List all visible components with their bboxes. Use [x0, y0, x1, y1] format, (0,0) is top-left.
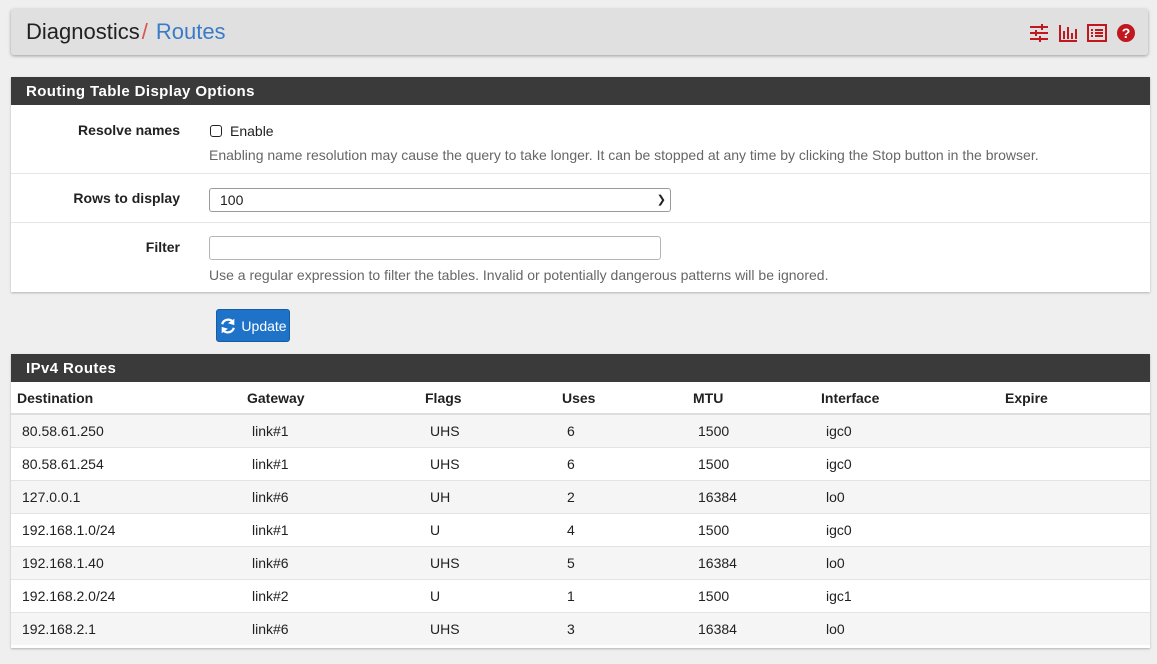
filter-label: Filter	[145, 239, 180, 255]
table-row: 80.58.61.250 link#1 UHS 6 1500 igc0	[11, 413, 1150, 448]
expire-cell	[999, 513, 1150, 547]
destination-cell: 127.0.0.1	[11, 480, 241, 514]
uses-cell: 6	[556, 447, 687, 481]
interface-cell: igc0	[815, 447, 999, 481]
table-header-row: Destination Gateway Flags Uses MTU Inter…	[11, 382, 1150, 415]
uses-cell: 4	[556, 513, 687, 547]
flags-cell: U	[419, 579, 556, 613]
checkbox-label: Enable	[230, 123, 274, 139]
gateway-cell: link#6	[241, 546, 419, 580]
interface-cell: igc0	[815, 513, 999, 547]
chevron-down-icon: ❯	[656, 194, 666, 206]
table-row: 192.168.2.0/24 link#2 U 1 1500 igc1	[11, 579, 1150, 613]
list-icon[interactable]	[1087, 23, 1107, 43]
resolve-names-row: Resolve names Enable Enabling name resol…	[11, 105, 1150, 174]
column-header[interactable]: Expire	[999, 382, 1150, 415]
column-header[interactable]: Uses	[556, 382, 687, 415]
interface-cell: lo0	[815, 546, 999, 580]
uses-cell: 6	[556, 413, 687, 448]
page-header: Diagnostics/ Routes ?	[11, 9, 1148, 55]
flags-cell: UH	[419, 480, 556, 514]
resolve-names-checkbox[interactable]: Enable	[210, 123, 274, 139]
column-header[interactable]: MTU	[687, 382, 815, 415]
expire-cell	[999, 612, 1150, 645]
gateway-cell: link#6	[241, 612, 419, 645]
bar-chart-icon[interactable]	[1058, 23, 1078, 43]
breadcrumb-separator: /	[141, 19, 148, 44]
uses-cell: 3	[556, 612, 687, 645]
mtu-cell: 1500	[687, 579, 815, 613]
table-row: 80.58.61.254 link#1 UHS 6 1500 igc0	[11, 447, 1150, 481]
svg-text:?: ?	[1122, 25, 1131, 41]
uses-cell: 2	[556, 480, 687, 514]
interface-cell: lo0	[815, 480, 999, 514]
uses-cell: 1	[556, 579, 687, 613]
display-options-panel: Routing Table Display Options Resolve na…	[11, 77, 1150, 292]
flags-cell: UHS	[419, 612, 556, 645]
breadcrumb: Diagnostics/ Routes	[26, 20, 226, 44]
rows-to-display-row: Rows to display 100 ❯	[11, 174, 1150, 223]
interface-cell: lo0	[815, 612, 999, 645]
routes-table-body: 80.58.61.250 link#1 UHS 6 1500 igc0 80.58.61.2…	[11, 413, 1150, 645]
flags-cell: UHS	[419, 447, 556, 481]
expire-cell	[999, 413, 1150, 448]
destination-cell: 192.168.1.0/24	[11, 513, 241, 547]
expire-cell	[999, 546, 1150, 580]
gateway-cell: link#1	[241, 413, 419, 448]
breadcrumb-current[interactable]: Routes	[156, 19, 226, 44]
mtu-cell: 1500	[687, 413, 815, 448]
select-value: 100	[220, 192, 244, 208]
column-header[interactable]: Interface	[815, 382, 999, 415]
flags-cell: U	[419, 513, 556, 547]
rows-to-display-label: Rows to display	[73, 190, 180, 206]
column-header[interactable]: Destination	[11, 382, 241, 415]
resolve-names-label: Resolve names	[78, 122, 180, 138]
checkbox-box[interactable]	[210, 125, 222, 137]
gateway-cell: link#6	[241, 480, 419, 514]
resolve-names-help: Enabling name resolution may cause the q…	[209, 147, 1039, 163]
table-row: 192.168.1.40 link#6 UHS 5 16384 lo0	[11, 546, 1150, 580]
destination-cell: 80.58.61.250	[11, 413, 241, 448]
destination-cell: 192.168.2.1	[11, 612, 241, 645]
interface-cell: igc0	[815, 413, 999, 448]
uses-cell: 5	[556, 546, 687, 580]
update-button[interactable]: Update	[216, 309, 290, 342]
filter-help: Use a regular expression to filter the t…	[209, 267, 829, 283]
column-header[interactable]: Gateway	[241, 382, 419, 415]
interface-cell: igc1	[815, 579, 999, 613]
filter-input[interactable]	[209, 236, 661, 260]
mtu-cell: 16384	[687, 612, 815, 645]
gateway-cell: link#2	[241, 579, 419, 613]
mtu-cell: 16384	[687, 546, 815, 580]
panel-title: Routing Table Display Options	[11, 77, 1150, 105]
destination-cell: 80.58.61.254	[11, 447, 241, 481]
mtu-cell: 1500	[687, 447, 815, 481]
expire-cell	[999, 447, 1150, 481]
update-label: Update	[241, 317, 287, 334]
refresh-icon	[221, 318, 236, 333]
breadcrumb-parent[interactable]: Diagnostics	[26, 19, 140, 44]
table-row: 192.168.2.1 link#6 UHS 3 16384 lo0	[11, 612, 1150, 645]
flags-cell: UHS	[419, 546, 556, 580]
destination-cell: 192.168.1.40	[11, 546, 241, 580]
filter-row: Filter Use a regular expression to filte…	[11, 223, 1150, 293]
ipv4-routes-panel: IPv4 Routes Destination Gateway Flags Us…	[11, 354, 1150, 648]
mtu-cell: 16384	[687, 480, 815, 514]
column-header[interactable]: Flags	[419, 382, 556, 415]
table-row: 127.0.0.1 link#6 UH 2 16384 lo0	[11, 480, 1150, 514]
destination-cell: 192.168.2.0/24	[11, 579, 241, 613]
rows-to-display-select[interactable]: 100 ❯	[209, 188, 671, 212]
help-icon[interactable]: ?	[1116, 23, 1136, 43]
sliders-icon[interactable]	[1029, 23, 1049, 43]
mtu-cell: 1500	[687, 513, 815, 547]
expire-cell	[999, 579, 1150, 613]
panel-title: IPv4 Routes	[11, 354, 1150, 382]
flags-cell: UHS	[419, 413, 556, 448]
gateway-cell: link#1	[241, 447, 419, 481]
expire-cell	[999, 480, 1150, 514]
routes-table: Destination Gateway Flags Uses MTU Inter…	[11, 382, 1150, 645]
table-row: 192.168.1.0/24 link#1 U 4 1500 igc0	[11, 513, 1150, 547]
gateway-cell: link#1	[241, 513, 419, 547]
